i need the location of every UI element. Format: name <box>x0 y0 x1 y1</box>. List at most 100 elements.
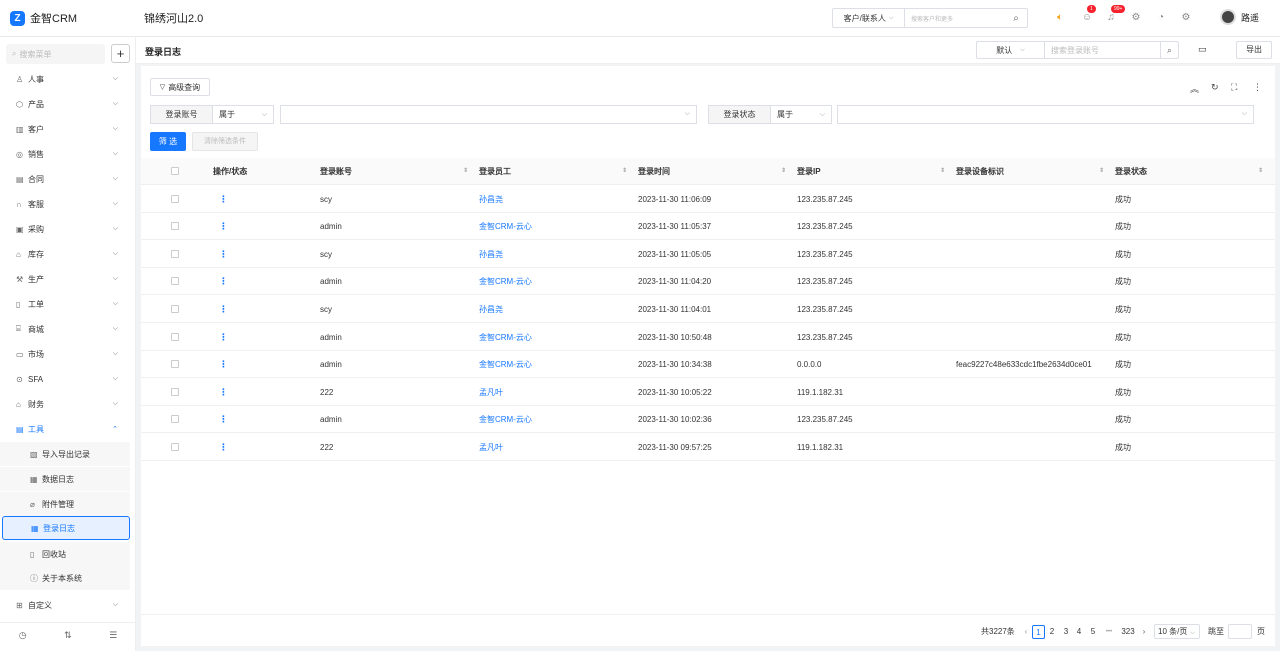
settings-icon[interactable]: ⚙ <box>1129 11 1143 25</box>
monitor-icon[interactable]: ▭ <box>1198 44 1207 55</box>
bell-icon[interactable]: ♫ 99+ <box>1104 5 1126 25</box>
table-row[interactable]: ⋮ admin 金智CRM-云心 2023-11-30 10:34:38 0.0.0.0… <box>141 351 1275 378</box>
prev-page-icon[interactable]: ‹ <box>1021 625 1031 639</box>
gear-icon[interactable]: ⚙ <box>1179 11 1193 25</box>
cell-employee[interactable]: 金智CRM-云心 <box>479 268 532 295</box>
row-actions-icon[interactable]: ⋮ <box>219 406 228 433</box>
sidebar-item-sfa[interactable]: ⊙ SFA ⌵ <box>0 367 136 391</box>
view-select[interactable]: 默认 ⌵ <box>977 42 1045 58</box>
row-checkbox[interactable] <box>171 250 179 258</box>
row-checkbox[interactable] <box>171 222 179 230</box>
sort-icon[interactable]: ⇕ <box>1258 158 1263 185</box>
page-size-select[interactable]: 10 条/页 ⌵ <box>1154 624 1200 639</box>
account-search-input[interactable]: 搜索登录账号 <box>1045 45 1160 56</box>
filter-button[interactable]: 筛 选 <box>150 132 186 151</box>
sidebar-item-inventory[interactable]: ⌂ 库存 ⌵ <box>0 242 136 266</box>
jump-page-input[interactable] <box>1228 624 1252 639</box>
row-actions-icon[interactable]: ⋮ <box>219 241 228 268</box>
sort-icon[interactable]: ⇕ <box>1099 158 1104 185</box>
global-search-input[interactable]: 搜索客户和更多 <box>905 14 1005 23</box>
sort-icon[interactable]: ⇕ <box>463 158 468 185</box>
sidebar-item-production[interactable]: ⚒ 生产 ⌵ <box>0 267 136 291</box>
page-last[interactable]: 323 <box>1119 625 1137 639</box>
app-logo[interactable]: Z 金智CRM <box>0 10 136 26</box>
filter-status-value[interactable]: ⌵ <box>837 105 1254 124</box>
col-employee[interactable]: 登录员工 <box>479 158 511 185</box>
sidebar-subitem-about[interactable]: ⓘ 关于本系统 <box>0 566 130 590</box>
row-checkbox[interactable] <box>171 333 179 341</box>
page-2[interactable]: 2 <box>1046 625 1058 639</box>
sort-icon[interactable]: ⇕ <box>940 158 945 185</box>
add-button[interactable]: + <box>111 44 130 63</box>
row-checkbox[interactable] <box>171 195 179 203</box>
sidebar-item-shop[interactable]: ⌸ 商城 ⌵ <box>0 317 136 341</box>
row-actions-icon[interactable]: ⋮ <box>219 296 228 323</box>
row-checkbox[interactable] <box>171 360 179 368</box>
user-menu[interactable]: 路遥 <box>1220 9 1259 25</box>
cell-employee[interactable]: 孙昌尧 <box>479 296 503 323</box>
filter-status-op[interactable]: 属于 ⌵ <box>770 105 832 124</box>
row-checkbox[interactable] <box>171 277 179 285</box>
clock-icon[interactable]: ◔ <box>1154 11 1168 25</box>
export-button[interactable]: 导出 <box>1236 41 1272 59</box>
sidebar-item-customer[interactable]: ▥ 客户 ⌵ <box>0 117 136 141</box>
collapse-up-icon[interactable]: ︽ <box>1190 82 1199 95</box>
search-icon[interactable]: ⌕ <box>1160 42 1178 58</box>
page-3[interactable]: 3 <box>1060 625 1072 639</box>
row-actions-icon[interactable]: ⋮ <box>219 213 228 240</box>
fullscreen-icon[interactable]: ⛶ <box>1231 82 1237 93</box>
table-row[interactable]: ⋮ 222 孟凡叶 2023-11-30 09:57:25 119.1.182.31 成功 <box>141 434 1275 461</box>
sort-icon[interactable]: ⇅ <box>64 630 72 641</box>
table-row[interactable]: ⋮ admin 金智CRM-云心 2023-11-30 10:50:48 123.235… <box>141 324 1275 351</box>
page-5[interactable]: 5 <box>1087 625 1099 639</box>
cell-employee[interactable]: 孙昌尧 <box>479 241 503 268</box>
cell-employee[interactable]: 孟凡叶 <box>479 379 503 406</box>
table-row[interactable]: ⋮ 222 孟凡叶 2023-11-30 10:05:22 119.1.182.31 成功 <box>141 379 1275 406</box>
sidebar-item-finance[interactable]: ⌂ 财务 ⌵ <box>0 392 136 416</box>
sidebar-item-tools[interactable]: ▤ 工具 ⌃ <box>0 417 136 441</box>
col-account[interactable]: 登录账号 <box>320 158 352 185</box>
page-1[interactable]: 1 <box>1032 625 1045 639</box>
sidebar-subitem-attachments[interactable]: ⌀ 附件管理 <box>0 492 130 516</box>
row-actions-icon[interactable]: ⋮ <box>219 351 228 378</box>
filter-account-value[interactable]: ⌵ <box>280 105 697 124</box>
sidebar-item-purchase[interactable]: ▣ 采购 ⌵ <box>0 217 136 241</box>
history-icon[interactable]: ◷ <box>19 630 27 641</box>
sidebar-item-market[interactable]: ▭ 市场 ⌵ <box>0 342 136 366</box>
col-time[interactable]: 登录时间 <box>638 158 670 185</box>
table-row[interactable]: ⋮ admin 金智CRM-云心 2023-11-30 10:02:36 123.235… <box>141 406 1275 433</box>
table-row[interactable]: ⋮ scy 孙昌尧 2023-11-30 11:05:05 123.235.87.245… <box>141 241 1275 268</box>
cell-employee[interactable]: 金智CRM-云心 <box>479 406 532 433</box>
sidebar-item-ticket[interactable]: ▯ 工单 ⌵ <box>0 292 136 316</box>
sidebar-item-custom[interactable]: ⊞ 自定义 ⌵ <box>0 593 136 617</box>
cell-employee[interactable]: 孟凡叶 <box>479 434 503 461</box>
row-actions-icon[interactable]: ⋮ <box>219 268 228 295</box>
page-ellipsis[interactable]: ••• <box>1100 625 1118 639</box>
table-row[interactable]: ⋮ scy 孙昌尧 2023-11-30 11:04:01 123.235.87.245… <box>141 296 1275 323</box>
table-row[interactable]: ⋮ admin 金智CRM-云心 2023-11-30 11:05:37 123.235… <box>141 213 1275 240</box>
sidebar-item-service[interactable]: ∩ 客服 ⌵ <box>0 192 136 216</box>
sidebar-subitem-import-export[interactable]: ▧ 导入导出记录 <box>0 442 130 466</box>
table-row[interactable]: ⋮ scy 孙昌尧 2023-11-30 11:06:09 123.235.87.245… <box>141 186 1275 213</box>
table-row[interactable]: ⋮ admin 金智CRM-云心 2023-11-30 11:04:20 123.235… <box>141 268 1275 295</box>
cell-employee[interactable]: 金智CRM-云心 <box>479 351 532 378</box>
speaker-icon[interactable]: 🔈︎ <box>1053 11 1067 25</box>
row-actions-icon[interactable]: ⋮ <box>219 379 228 406</box>
row-checkbox[interactable] <box>171 443 179 451</box>
filter-account-op[interactable]: 属于 ⌵ <box>212 105 274 124</box>
select-all-checkbox[interactable] <box>171 167 179 175</box>
row-actions-icon[interactable]: ⋮ <box>219 324 228 351</box>
more-icon[interactable]: ⋮ <box>1253 82 1262 93</box>
sidebar-item-sales[interactable]: ◎ 销售 ⌵ <box>0 142 136 166</box>
cell-employee[interactable]: 金智CRM-云心 <box>479 213 532 240</box>
row-checkbox[interactable] <box>171 388 179 396</box>
search-icon[interactable]: ⌕ <box>1005 13 1027 24</box>
sort-icon[interactable]: ⇕ <box>781 158 786 185</box>
page-4[interactable]: 4 <box>1073 625 1085 639</box>
sidebar-item-contract[interactable]: ▤ 合同 ⌵ <box>0 167 136 191</box>
sort-icon[interactable]: ⇕ <box>622 158 627 185</box>
sidebar-subitem-recycle-bin[interactable]: ▯ 回收站 <box>0 542 130 566</box>
collapse-menu-icon[interactable]: ☰ <box>109 630 117 641</box>
col-status[interactable]: 登录状态 <box>1115 158 1147 185</box>
advanced-query-button[interactable]: ▽ 高级查询 <box>150 78 210 96</box>
